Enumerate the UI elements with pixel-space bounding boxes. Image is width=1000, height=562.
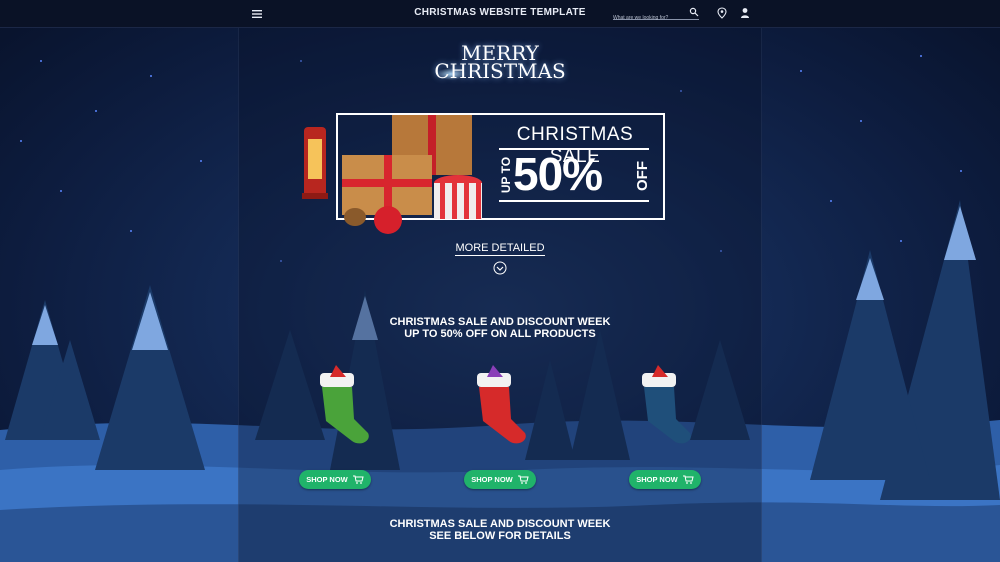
sale-percent: 50% <box>513 148 603 200</box>
red-stocking-image <box>477 365 526 444</box>
cart-icon <box>352 475 364 484</box>
search-input[interactable] <box>613 12 685 24</box>
more-detailed-label: MORE DETAILED <box>455 242 545 256</box>
menu-icon[interactable] <box>250 7 264 21</box>
sale-divider <box>499 200 649 202</box>
user-icon[interactable] <box>740 7 750 19</box>
search-bar <box>613 6 699 24</box>
gifts-illustration <box>302 115 482 234</box>
shop-now-label: SHOP NOW <box>636 475 678 484</box>
promo-line2: UP TO 50% OFF ON ALL PRODUCTS <box>404 328 596 340</box>
site-title: CHRISTMAS WEBSITE TEMPLATE <box>414 7 586 18</box>
shop-now-label: SHOP NOW <box>471 475 513 484</box>
more-detailed-link[interactable]: MORE DETAILED <box>440 242 560 256</box>
promo-heading: CHRISTMAS SALE AND DISCOUNT WEEK UP TO 5… <box>370 316 630 340</box>
shop-now-button[interactable]: SHOP NOW <box>464 470 536 489</box>
sale-upto: UP TO <box>499 156 513 194</box>
chevron-down-icon[interactable] <box>493 261 507 275</box>
greeting-line2: CHRISTMAS <box>434 59 566 83</box>
location-pin-icon[interactable] <box>717 7 727 19</box>
promo-line1: CHRISTMAS SALE AND DISCOUNT WEEK <box>389 316 611 328</box>
top-navigation-bar: CHRISTMAS WEBSITE TEMPLATE <box>0 0 1000 28</box>
cart-icon <box>682 475 694 484</box>
cart-icon <box>517 475 529 484</box>
shop-now-label: SHOP NOW <box>306 475 348 484</box>
search-icon[interactable] <box>689 7 699 17</box>
footer-promo-line2: SEE BELOW FOR DETAILS <box>429 530 571 542</box>
green-stocking-image <box>320 365 369 444</box>
shop-now-button[interactable]: SHOP NOW <box>629 470 701 489</box>
shop-now-button[interactable]: SHOP NOW <box>299 470 371 489</box>
footer-promo-line1: CHRISTMAS SALE AND DISCOUNT WEEK <box>389 518 611 530</box>
merry-christmas-heading: MERRY CHRISTMAS <box>400 43 600 83</box>
blue-stocking-image <box>642 365 691 444</box>
footer-promo-heading: CHRISTMAS SALE AND DISCOUNT WEEK SEE BEL… <box>370 518 630 542</box>
sale-off: OFF <box>634 161 651 191</box>
